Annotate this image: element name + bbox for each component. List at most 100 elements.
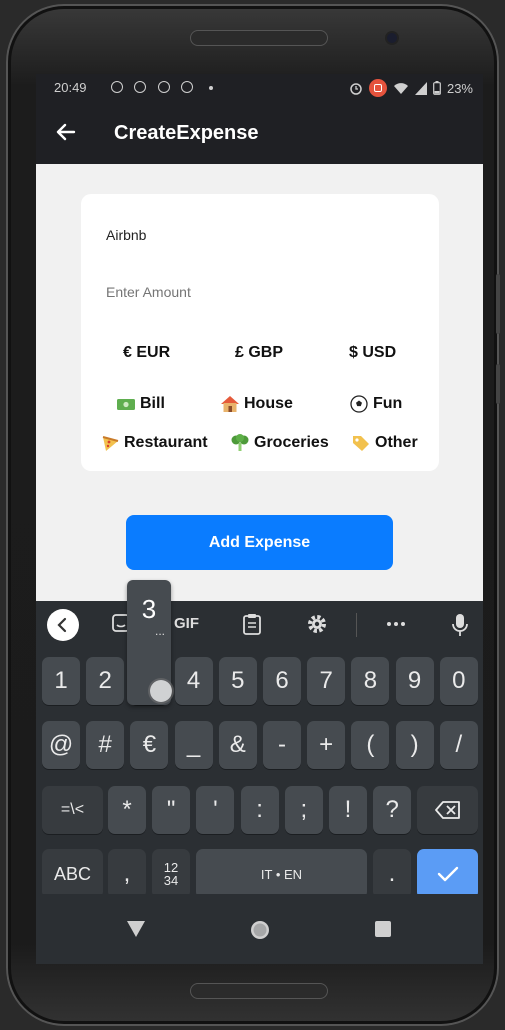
symbol-key[interactable]: @ xyxy=(42,721,80,769)
messenger-icon xyxy=(181,81,193,93)
app-bar: CreateExpense xyxy=(36,102,483,164)
numpad-bottom-label: 34 xyxy=(163,873,179,888)
punctuation-key[interactable]: ? xyxy=(373,786,412,834)
number-key[interactable]: 5 xyxy=(218,657,257,705)
broccoli-icon xyxy=(231,434,249,451)
key-preview-more: ... xyxy=(155,624,166,638)
number-key[interactable]: 6 xyxy=(263,657,301,705)
category-house[interactable]: House xyxy=(220,395,293,413)
numpad-key[interactable]: 12 34 xyxy=(152,849,190,899)
keyboard-toolbar: GIF xyxy=(36,601,483,649)
settings-gear-icon[interactable] xyxy=(306,613,328,635)
category-fun[interactable]: Fun xyxy=(349,395,402,413)
house-icon xyxy=(221,396,239,412)
nav-back-icon[interactable] xyxy=(126,920,146,938)
signal-icon xyxy=(414,81,427,95)
symbol-key[interactable]: & xyxy=(218,721,257,769)
symbol-key[interactable]: # xyxy=(86,721,125,769)
category-label: Fun xyxy=(373,395,403,412)
status-bar: 20:49 23% xyxy=(36,74,483,102)
category-label: Bill xyxy=(140,395,165,412)
more-options-icon[interactable] xyxy=(386,621,406,627)
status-time: 20:49 xyxy=(54,80,87,95)
currency-gbp[interactable]: £ GBP xyxy=(235,344,283,362)
number-key[interactable]: 7 xyxy=(307,657,346,705)
number-key[interactable]: 0 xyxy=(439,657,478,705)
back-arrow-icon[interactable] xyxy=(54,120,78,144)
number-key[interactable]: 9 xyxy=(395,657,434,705)
toolbar-divider xyxy=(356,613,357,637)
key-preview-label: 3 xyxy=(141,594,157,624)
symbol-key[interactable]: € xyxy=(130,721,169,769)
top-speaker xyxy=(190,30,328,46)
description-field[interactable]: Airbnb xyxy=(106,227,146,243)
microphone-icon[interactable] xyxy=(452,613,468,637)
alarm-icon xyxy=(350,83,362,95)
punctuation-key[interactable]: : xyxy=(240,786,279,834)
space-key[interactable]: IT • EN xyxy=(196,849,367,899)
volume-button xyxy=(496,274,500,334)
punctuation-key[interactable]: ' xyxy=(196,786,235,834)
nav-home-icon[interactable] xyxy=(249,919,271,941)
punctuation-key[interactable]: * xyxy=(108,786,146,834)
number-key[interactable]: 8 xyxy=(351,657,390,705)
punctuation-key[interactable]: " xyxy=(152,786,191,834)
power-button xyxy=(496,364,500,404)
number-key[interactable]: 2 xyxy=(86,657,125,705)
category-restaurant[interactable]: Restaurant xyxy=(100,434,208,452)
app-a-icon xyxy=(158,81,170,93)
navigation-bar xyxy=(36,894,483,964)
tag-icon xyxy=(353,436,369,451)
backspace-icon xyxy=(434,801,460,819)
nav-recents-icon[interactable] xyxy=(375,921,391,937)
symbol-key[interactable]: ( xyxy=(351,721,390,769)
chevron-left-icon xyxy=(57,617,67,633)
bottom-speaker xyxy=(190,983,328,999)
backspace-key[interactable] xyxy=(417,786,478,834)
front-camera xyxy=(387,33,397,43)
gif-button[interactable]: GIF xyxy=(174,615,199,632)
keyboard: GIF 12 34 567890 @#€_&-+()/ =\< *"':;!? AB… xyxy=(36,601,483,899)
category-groceries[interactable]: Groceries xyxy=(230,434,329,452)
more-notifications-icon xyxy=(209,86,213,90)
collapse-toolbar-button[interactable] xyxy=(47,609,79,641)
punctuation-key[interactable]: ; xyxy=(284,786,323,834)
checkmark-icon xyxy=(437,866,458,882)
add-expense-button[interactable]: Add Expense xyxy=(126,515,393,570)
instagram-icon xyxy=(134,81,146,93)
enter-key[interactable] xyxy=(417,849,478,899)
symbol-key[interactable]: + xyxy=(307,721,346,769)
amount-field[interactable] xyxy=(106,284,406,300)
punctuation-key[interactable]: ! xyxy=(329,786,367,834)
touch-indicator xyxy=(150,680,172,702)
page-title: CreateExpense xyxy=(114,122,259,144)
category-label: Restaurant xyxy=(124,434,208,451)
number-key[interactable]: 4 xyxy=(174,657,213,705)
symbol-key[interactable]: _ xyxy=(174,721,213,769)
expense-form-card: Airbnb € EUR £ GBP $ USD Bill House Fun … xyxy=(81,194,439,471)
symbol-key[interactable]: - xyxy=(263,721,301,769)
phone-frame: 20:49 23% CreateExpense Airbnb € xyxy=(6,4,500,1026)
abc-key[interactable]: ABC xyxy=(42,849,103,899)
battery-percent: 23% xyxy=(446,80,473,96)
currency-usd[interactable]: $ USD xyxy=(349,344,396,362)
screen: 20:49 23% CreateExpense Airbnb € xyxy=(36,74,483,964)
screen-record-icon xyxy=(368,79,387,97)
symbol-key[interactable]: ) xyxy=(395,721,434,769)
wifi-icon xyxy=(393,82,408,94)
symbol-key[interactable]: / xyxy=(439,721,478,769)
period-key[interactable]: . xyxy=(373,849,411,899)
pizza-icon xyxy=(102,436,119,451)
category-label: Groceries xyxy=(254,434,329,451)
currency-eur[interactable]: € EUR xyxy=(123,344,170,362)
category-other[interactable]: Other xyxy=(351,434,418,452)
soccer-ball-icon xyxy=(350,395,368,413)
clipboard-icon[interactable] xyxy=(242,613,262,635)
category-label: House xyxy=(244,395,293,412)
category-bill[interactable]: Bill xyxy=(116,395,165,413)
category-label: Other xyxy=(375,434,418,451)
number-key[interactable]: 1 xyxy=(42,657,80,705)
battery-icon xyxy=(433,81,441,95)
more-symbols-key[interactable]: =\< xyxy=(42,786,103,834)
comma-key[interactable]: , xyxy=(108,849,146,899)
